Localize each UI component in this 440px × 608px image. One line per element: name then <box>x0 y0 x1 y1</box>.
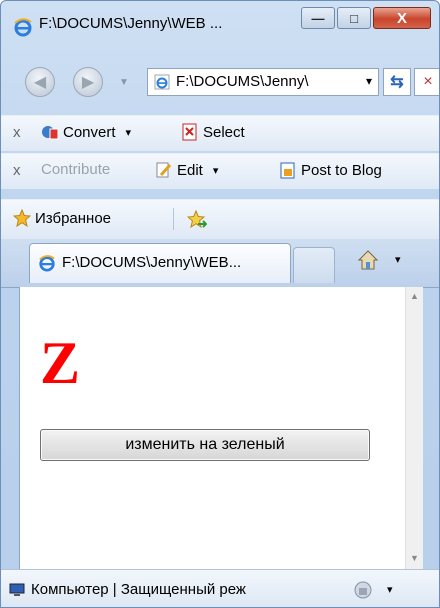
ie-logo-icon <box>14 18 32 37</box>
post-to-blog-button[interactable]: Post to Blog <box>279 161 382 179</box>
convert-icon <box>42 126 59 140</box>
window-title: F:\DOCUMS\Jenny\WEB ... <box>39 15 223 32</box>
convert-button[interactable]: Convert ▾ <box>41 123 131 141</box>
forward-arrow-icon: ▶ <box>81 74 95 91</box>
scroll-down-icon[interactable]: ▼ <box>410 553 419 563</box>
scroll-up-icon[interactable]: ▲ <box>410 291 419 301</box>
select-icon <box>182 123 197 141</box>
star-icon <box>13 209 31 227</box>
protected-mode-icon[interactable] <box>353 580 375 600</box>
favorites-bar: Избранное <box>1 199 439 239</box>
refresh-icon: ⇆ <box>390 74 404 91</box>
favorites-button[interactable]: Избранное <box>13 209 111 227</box>
home-dropdown-icon[interactable]: ▾ <box>395 253 401 266</box>
favorites-label: Избранное <box>35 209 112 227</box>
recent-pages-dropdown[interactable]: ▼ <box>119 77 129 88</box>
select-label: Select <box>203 123 245 141</box>
back-button[interactable]: ◀ <box>25 67 55 97</box>
edit-label: Edit <box>177 161 203 179</box>
home-icon[interactable] <box>357 249 379 271</box>
stop-button[interactable]: × <box>414 68 439 96</box>
status-text: Компьютер | Защищенный реж <box>31 581 246 598</box>
tab-current[interactable]: F:\DOCUMS\Jenny\WEB... <box>29 243 291 283</box>
address-bar[interactable]: F:\DOCUMS\Jenny\ ▾ <box>147 68 379 96</box>
computer-icon <box>9 583 25 596</box>
address-dropdown-icon[interactable]: ▾ <box>366 74 372 88</box>
convert-label: Convert <box>63 123 116 141</box>
edit-dropdown-icon[interactable]: ▾ <box>213 164 219 177</box>
navigation-bar: ◀ ▶ ▼ F:\DOCUMS\Jenny\ ▾ ⇆ × <box>1 59 439 109</box>
z-heading: Z <box>40 330 81 396</box>
vertical-scrollbar[interactable]: ▲ ▼ <box>405 287 423 569</box>
refresh-button[interactable]: ⇆ <box>383 68 411 96</box>
toolbar-close-icon[interactable]: x <box>13 124 21 141</box>
contribute-label: Contribute <box>41 161 111 178</box>
maximize-button[interactable]: □ <box>337 7 371 29</box>
pdf-toolbar: x Convert ▾ Select <box>1 115 439 151</box>
edit-button[interactable]: Edit ▾ <box>155 161 218 179</box>
edit-icon <box>156 162 172 178</box>
new-tab-button[interactable] <box>293 247 335 283</box>
status-bar: Компьютер | Защищенный реж ▾ <box>1 569 439 607</box>
post-to-blog-label: Post to Blog <box>301 161 382 179</box>
add-to-favorites-icon[interactable] <box>187 210 207 230</box>
toolbar-close-icon[interactable]: x <box>13 162 21 179</box>
address-input[interactable]: F:\DOCUMS\Jenny\ <box>176 73 346 90</box>
page-content: Z изменить на зеленый <box>19 287 423 569</box>
convert-dropdown-icon[interactable]: ▾ <box>126 126 132 139</box>
back-arrow-icon: ◀ <box>33 74 47 91</box>
caption-buttons: — □ X <box>299 7 431 31</box>
zone-dropdown-icon[interactable]: ▾ <box>387 583 393 596</box>
select-button[interactable]: Select <box>181 123 245 141</box>
change-to-green-button[interactable]: изменить на зеленый <box>40 429 370 461</box>
maximize-icon: □ <box>350 10 358 26</box>
browser-window: F:\DOCUMS\Jenny\WEB ... — □ X ◀ ▶ ▼ F:\D… <box>0 0 440 608</box>
ie-logo-icon <box>39 255 55 272</box>
tab-label: F:\DOCUMS\Jenny\WEB... <box>62 254 242 271</box>
close-button[interactable]: X <box>373 7 431 29</box>
contribute-button[interactable]: Contribute <box>41 161 110 178</box>
forward-button[interactable]: ▶ <box>73 67 103 97</box>
contribute-toolbar: x Contribute Edit ▾ Post to Blog <box>1 153 439 189</box>
separator <box>173 208 174 230</box>
title-bar: F:\DOCUMS\Jenny\WEB ... — □ X <box>1 1 439 53</box>
minimize-button[interactable]: — <box>301 7 335 29</box>
tab-strip: F:\DOCUMS\Jenny\WEB... ▾ <box>1 239 439 288</box>
close-icon: X <box>396 9 407 27</box>
ie-page-icon <box>154 74 170 90</box>
blog-icon <box>280 162 295 179</box>
minimize-icon: — <box>311 10 325 26</box>
stop-icon: × <box>423 73 433 90</box>
